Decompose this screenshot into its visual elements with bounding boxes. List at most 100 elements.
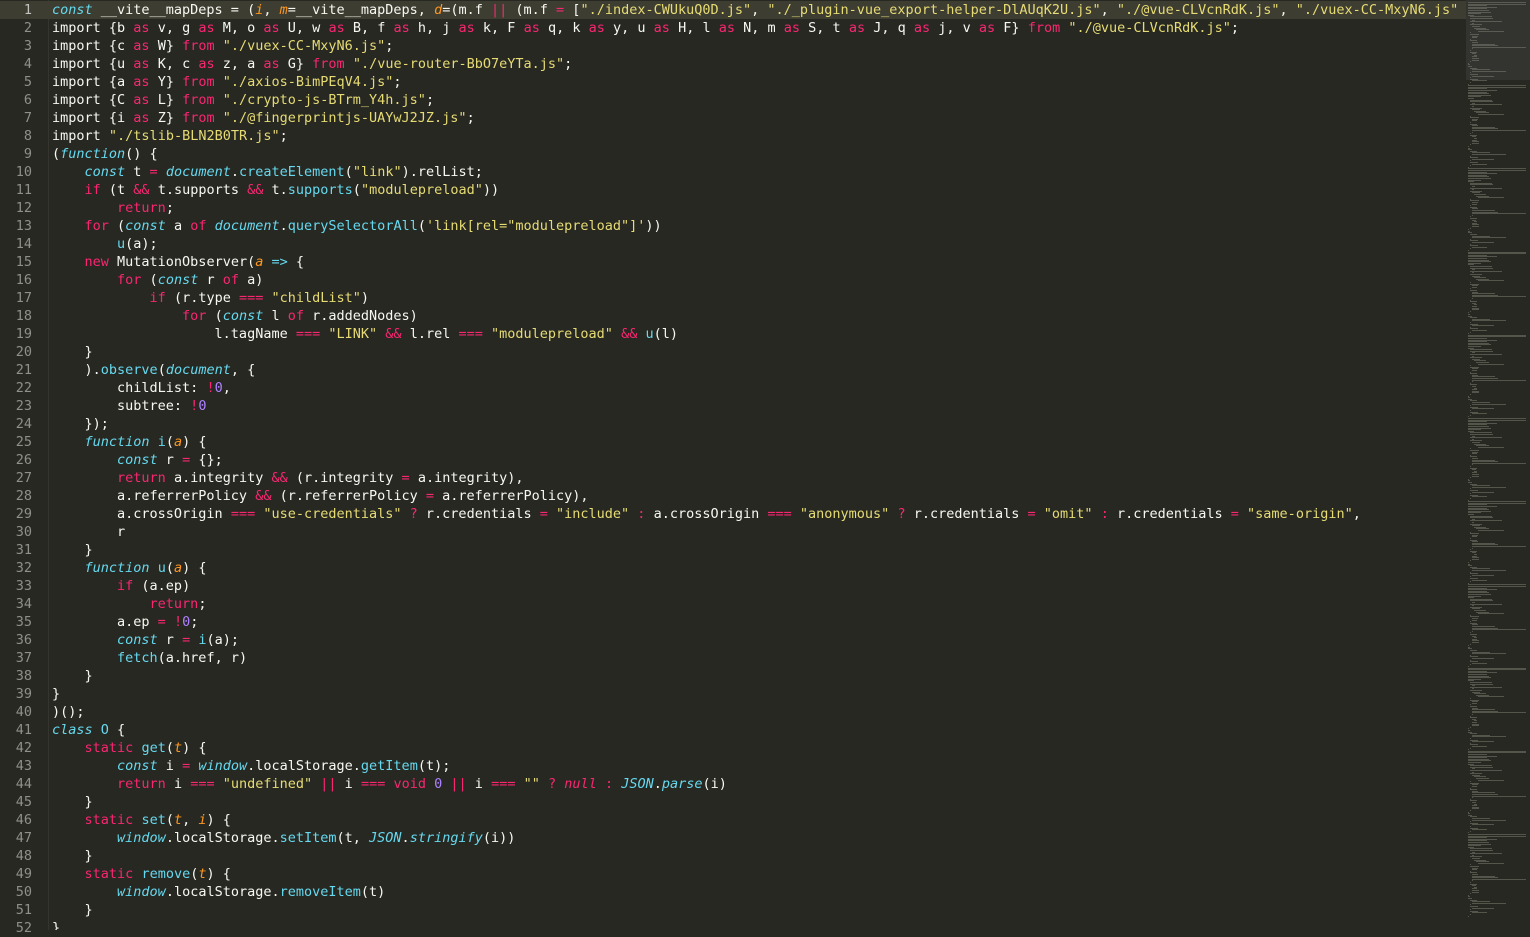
code-token: of <box>288 308 304 324</box>
minimap-line <box>1472 237 1506 238</box>
code-line[interactable]: return; <box>48 199 1466 217</box>
code-token: ) { <box>207 812 231 828</box>
code-line[interactable]: (function() { <box>48 145 1466 163</box>
code-token: "./vuex-CC-MxyN6.js" <box>1296 2 1459 18</box>
code-line[interactable]: } <box>48 685 1466 703</box>
line-number: 22 <box>0 379 32 397</box>
code-token: ( <box>158 362 166 378</box>
code-line[interactable]: return a.integrity && (r.integrity = a.i… <box>48 469 1466 487</box>
code-token: as <box>393 20 409 36</box>
code-line[interactable]: } <box>48 667 1466 685</box>
code-token: (r.type <box>166 290 239 306</box>
code-line[interactable]: const __vite__mapDeps = (i, m=__vite__ma… <box>48 1 1466 19</box>
code-token: K, c <box>150 56 199 72</box>
code-token: "same-origin" <box>1247 506 1353 522</box>
code-token: as <box>133 74 149 90</box>
code-token: , <box>751 2 767 18</box>
code-line[interactable]: } <box>48 919 1466 930</box>
code-line[interactable]: r <box>48 523 1466 541</box>
code-line[interactable]: import {b as v, g as M, o as U, w as B, … <box>48 19 1466 37</box>
code-line[interactable]: const r = {}; <box>48 451 1466 469</box>
code-token: ; <box>198 596 206 612</box>
code-line[interactable]: function i(a) { <box>48 433 1466 451</box>
code-line[interactable]: if (r.type === "childList") <box>48 289 1466 307</box>
code-token: "./tslib-BLN2B0TR.js" <box>109 128 280 144</box>
code-token: , <box>223 380 231 396</box>
minimap[interactable] <box>1466 0 1530 930</box>
code-line[interactable]: for (const l of r.addedNodes) <box>48 307 1466 325</box>
code-line[interactable]: ).observe(document, { <box>48 361 1466 379</box>
code-line[interactable]: } <box>48 901 1466 919</box>
line-number: 20 <box>0 343 32 361</box>
code-line[interactable]: subtree: !0 <box>48 397 1466 415</box>
code-line[interactable]: static set(t, i) { <box>48 811 1466 829</box>
code-line[interactable]: const i = window.localStorage.getItem(t)… <box>48 757 1466 775</box>
code-line[interactable]: if (t && t.supports && t.supports("modul… <box>48 181 1466 199</box>
code-token: () { <box>125 146 158 162</box>
code-area[interactable]: const __vite__mapDeps = (i, m=__vite__ma… <box>48 0 1466 930</box>
code-line[interactable]: for (const r of a) <box>48 271 1466 289</box>
code-token: "undefined" <box>223 776 312 792</box>
code-token: (a.ep) <box>133 578 190 594</box>
code-token: (r.integrity <box>288 470 402 486</box>
line-number: 4 <box>0 55 32 73</box>
code-line[interactable]: for (const a of document.querySelectorAl… <box>48 217 1466 235</box>
code-line[interactable]: return i === "undefined" || i === void 0… <box>48 775 1466 793</box>
code-line[interactable]: if (a.ep) <box>48 577 1466 595</box>
code-line[interactable]: } <box>48 847 1466 865</box>
code-line[interactable]: return; <box>48 595 1466 613</box>
code-token: === <box>231 506 255 522</box>
code-editor[interactable]: 1234567891011121314151617181920212223242… <box>0 0 1530 930</box>
code-line[interactable]: function u(a) { <box>48 559 1466 577</box>
code-token: O <box>101 722 109 738</box>
code-token: i <box>158 758 182 774</box>
line-number: 48 <box>0 847 32 865</box>
code-line[interactable]: a.referrerPolicy && (r.referrerPolicy = … <box>48 487 1466 505</box>
code-token <box>52 218 85 234</box>
code-token <box>215 92 223 108</box>
code-line[interactable]: u(a); <box>48 235 1466 253</box>
code-token <box>52 866 85 882</box>
code-token: as <box>133 38 149 54</box>
code-line[interactable]: } <box>48 793 1466 811</box>
code-token <box>101 128 109 144</box>
code-line[interactable]: import {i as Z} from "./@fingerprintjs-U… <box>48 109 1466 127</box>
code-line[interactable]: import {C as L} from "./crypto-js-BTrm_Y… <box>48 91 1466 109</box>
code-line[interactable]: childList: !0, <box>48 379 1466 397</box>
code-line[interactable]: import {c as W} from "./vuex-CC-MxyN6.js… <box>48 37 1466 55</box>
code-line[interactable]: static get(t) { <box>48 739 1466 757</box>
code-line[interactable]: import {u as K, c as z, a as G} from "./… <box>48 55 1466 73</box>
code-line[interactable]: static remove(t) { <box>48 865 1466 883</box>
code-line[interactable]: window.localStorage.setItem(t, JSON.stri… <box>48 829 1466 847</box>
code-token: t <box>174 812 182 828</box>
code-token: "LINK" <box>328 326 377 342</box>
minimap-line <box>1478 696 1504 697</box>
code-line[interactable]: const t = document.createElement("link")… <box>48 163 1466 181</box>
code-token: ( <box>166 812 174 828</box>
code-line[interactable]: const r = i(a); <box>48 631 1466 649</box>
code-line[interactable]: new MutationObserver(a => { <box>48 253 1466 271</box>
code-line[interactable]: fetch(a.href, r) <box>48 649 1466 667</box>
code-token: const <box>117 452 158 468</box>
line-number: 9 <box>0 145 32 163</box>
code-line[interactable]: class O { <box>48 721 1466 739</box>
code-token <box>1239 506 1247 522</box>
code-line[interactable]: )(); <box>48 703 1466 721</box>
minimap-line <box>1470 770 1502 771</box>
code-line[interactable]: } <box>48 541 1466 559</box>
minimap-line <box>1472 71 1506 72</box>
line-number: 5 <box>0 73 32 91</box>
code-line[interactable]: l.tagName === "LINK" && l.rel === "modul… <box>48 325 1466 343</box>
code-line[interactable]: } <box>48 343 1466 361</box>
code-line[interactable]: }); <box>48 415 1466 433</box>
line-number: 14 <box>0 235 32 253</box>
code-token: a.ep <box>52 614 158 630</box>
code-token: = <box>540 506 548 522</box>
code-line[interactable]: import {a as Y} from "./axios-BimPEqV4.j… <box>48 73 1466 91</box>
code-line[interactable]: a.ep = !0; <box>48 613 1466 631</box>
code-line[interactable]: a.crossOrigin === "use-credentials" ? r.… <box>48 505 1466 523</box>
code-token: B, f <box>345 20 394 36</box>
line-number: 15 <box>0 253 32 271</box>
code-line[interactable]: window.localStorage.removeItem(t) <box>48 883 1466 901</box>
code-line[interactable]: import "./tslib-BLN2B0TR.js"; <box>48 127 1466 145</box>
